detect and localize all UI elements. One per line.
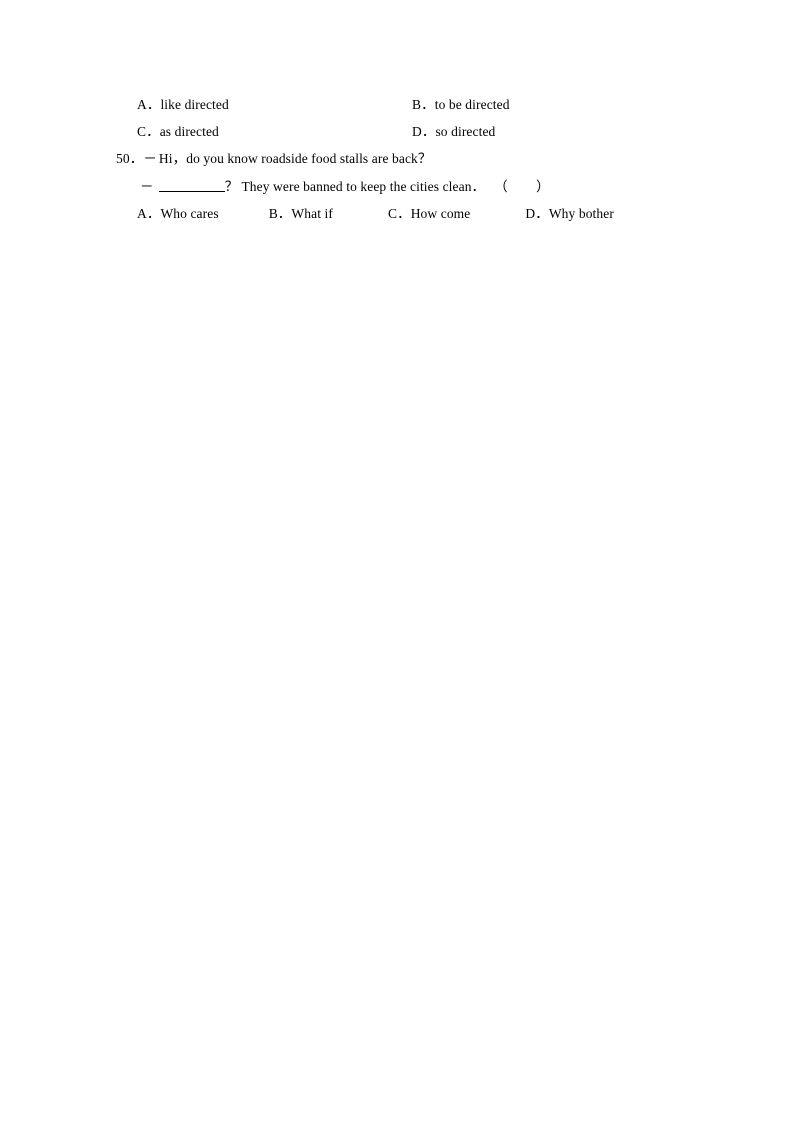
- option-row-d: D．so directed: [412, 124, 495, 140]
- q50-option-text-c: How come: [410, 206, 471, 221]
- option-label-b: B．: [412, 97, 435, 112]
- q50-option-a: A．Who cares: [137, 206, 219, 222]
- q50-option-label-c: C．: [387, 206, 411, 221]
- question-50-stem: 50．－ Hi，do you know roadside food stalls …: [116, 151, 432, 167]
- question-50-options: A．Who cares B．What if C．How come D．Why both…: [137, 206, 614, 222]
- fill-in-blank[interactable]: [158, 179, 225, 192]
- option-text-c: as directed: [159, 124, 219, 139]
- question-50-reply-text: ？ They were banned to keep the cities cl…: [224, 179, 486, 194]
- question-50-number: 50．: [116, 151, 144, 166]
- dialogue-dash-first: －: [143, 151, 157, 166]
- q50-option-text-b: What if: [291, 206, 333, 221]
- q50-option-label-b: B．: [268, 206, 292, 221]
- q50-option-d: D．Why bother: [525, 206, 614, 222]
- option-text-b: to be directed: [434, 97, 510, 112]
- q50-option-text-a: Who cares: [160, 206, 219, 221]
- q50-option-text-d: Why bother: [548, 206, 614, 221]
- question-50-reply: － ？ They were banned to keep the cities c…: [140, 179, 550, 195]
- q50-option-b: B．What if: [269, 206, 333, 222]
- dialogue-dash-second: －: [140, 179, 154, 194]
- q50-option-label-d: D．: [525, 206, 549, 221]
- question-50-prompt-text: Hi，do you know roadside food stalls are …: [158, 151, 432, 166]
- answer-parentheses[interactable]: （ ）: [494, 179, 550, 195]
- option-text-d: so directed: [435, 124, 496, 139]
- option-row-b: B．to be directed: [412, 97, 510, 113]
- option-row-a: A．like directed: [137, 97, 229, 113]
- q50-option-label-a: A．: [137, 206, 161, 221]
- option-row-c: C．as directed: [137, 124, 219, 140]
- option-label-c: C．: [137, 124, 160, 139]
- q50-option-c: C．How come: [388, 206, 470, 222]
- document-page: A．like directed B．to be directed C．as di…: [0, 0, 794, 1123]
- option-text-a: like directed: [160, 97, 229, 112]
- option-label-d: D．: [412, 124, 436, 139]
- option-label-a: A．: [137, 97, 161, 112]
